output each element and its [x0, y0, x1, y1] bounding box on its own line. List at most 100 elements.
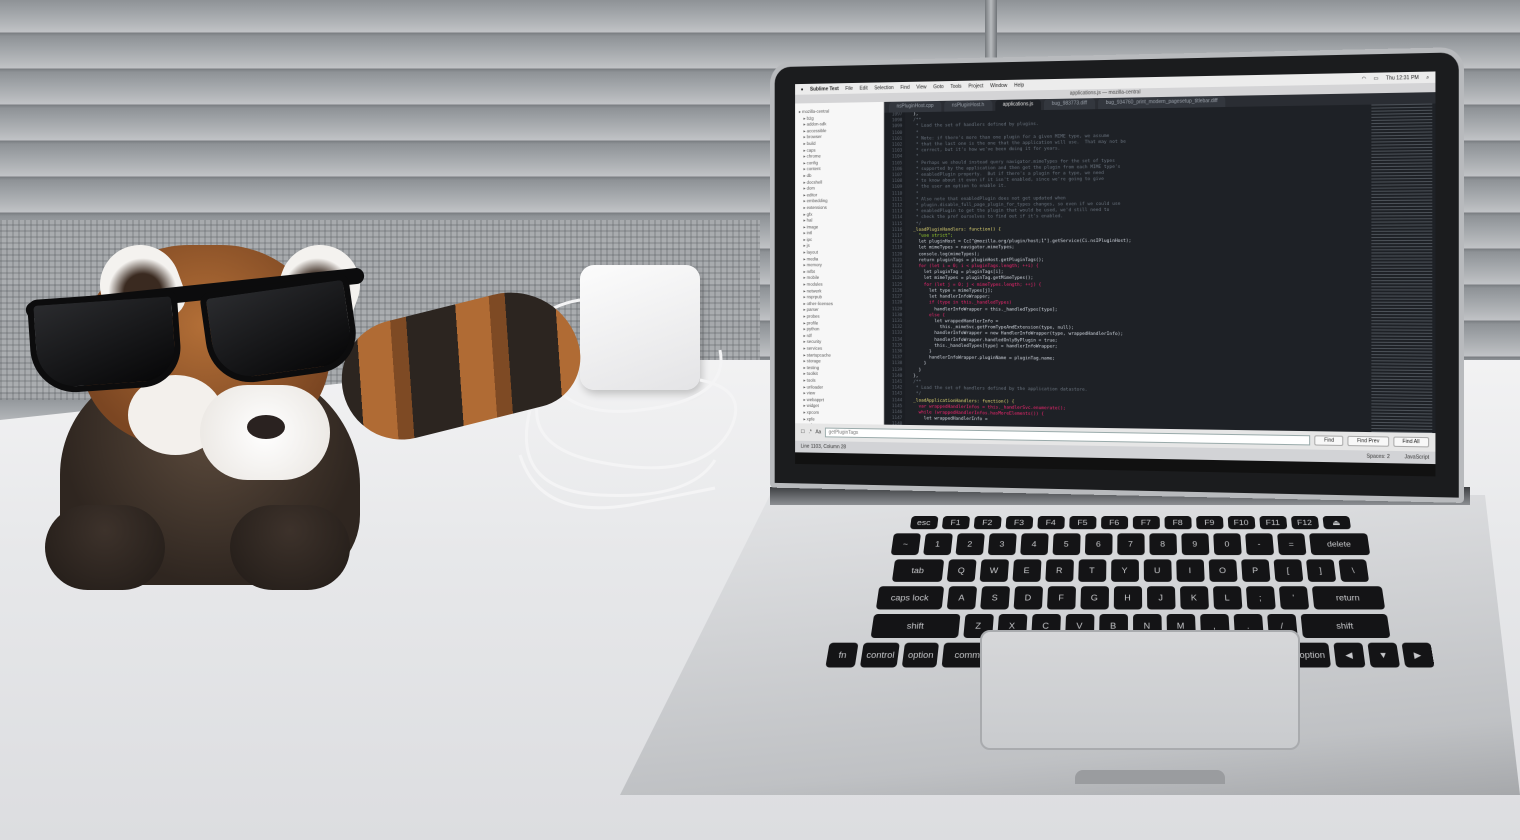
key[interactable]: ~: [890, 533, 921, 556]
key[interactable]: G: [1079, 586, 1109, 610]
key[interactable]: F3: [1004, 516, 1033, 530]
key[interactable]: W: [979, 559, 1009, 582]
menubar-clock[interactable]: Thu 12:31 PM: [1386, 74, 1419, 81]
menu-tools[interactable]: Tools: [950, 83, 961, 89]
key[interactable]: 0: [1212, 533, 1242, 556]
key[interactable]: esc: [909, 516, 939, 530]
key[interactable]: U: [1143, 559, 1172, 582]
key[interactable]: I: [1175, 559, 1205, 582]
minimap[interactable]: [1371, 103, 1433, 435]
menu-file[interactable]: File: [845, 85, 853, 91]
key[interactable]: J: [1146, 586, 1176, 610]
trackpad[interactable]: [980, 630, 1300, 750]
menu-help[interactable]: Help: [1014, 82, 1024, 88]
key[interactable]: 7: [1116, 533, 1145, 556]
menu-selection[interactable]: Selection: [874, 85, 893, 91]
key[interactable]: Q: [946, 559, 977, 582]
menu-view[interactable]: View: [916, 84, 926, 90]
key[interactable]: tab: [891, 559, 944, 582]
battery-icon[interactable]: ▭: [1374, 75, 1379, 81]
key[interactable]: F6: [1100, 516, 1128, 530]
key[interactable]: 8: [1148, 533, 1177, 556]
key[interactable]: F7: [1132, 516, 1160, 530]
apple-menu-icon[interactable]: ●: [801, 86, 804, 92]
key[interactable]: F4: [1036, 516, 1065, 530]
key[interactable]: R: [1044, 559, 1074, 582]
find-prev-button[interactable]: Find Prev: [1347, 435, 1389, 447]
key[interactable]: 3: [987, 533, 1017, 556]
key[interactable]: ;: [1245, 586, 1276, 610]
key[interactable]: H: [1113, 586, 1142, 610]
key[interactable]: delete: [1308, 533, 1370, 556]
key[interactable]: F5: [1068, 516, 1097, 530]
key[interactable]: F12: [1290, 516, 1319, 530]
sidebar-folder-label: config: [806, 160, 818, 166]
key[interactable]: F8: [1163, 516, 1192, 530]
key[interactable]: 9: [1180, 533, 1209, 556]
indentation-setting[interactable]: Spaces: 2: [1367, 454, 1390, 461]
key[interactable]: K: [1179, 586, 1209, 610]
wifi-icon[interactable]: ◠: [1362, 75, 1367, 81]
key[interactable]: ▶: [1401, 642, 1435, 668]
key[interactable]: ◀: [1332, 642, 1366, 668]
key[interactable]: control: [860, 642, 901, 668]
key[interactable]: 5: [1052, 533, 1081, 556]
key[interactable]: -: [1244, 533, 1274, 556]
find-button[interactable]: Find: [1314, 435, 1344, 446]
plush-right-paw: [230, 505, 350, 590]
tab-applications-js[interactable]: applications.js: [994, 99, 1042, 111]
tab-bug-983773-diff[interactable]: bug_983773.diff: [1043, 98, 1095, 111]
key[interactable]: 4: [1019, 533, 1049, 556]
key[interactable]: return: [1311, 586, 1385, 610]
key[interactable]: shift: [870, 613, 960, 638]
menubar-app-name[interactable]: Sublime Text: [810, 86, 839, 92]
key[interactable]: ▼: [1366, 642, 1400, 668]
key[interactable]: 2: [954, 533, 985, 556]
key[interactable]: Y: [1110, 559, 1139, 582]
key[interactable]: [: [1273, 559, 1303, 582]
key[interactable]: ⏏: [1321, 516, 1351, 530]
key[interactable]: 1: [922, 533, 953, 556]
spotlight-icon[interactable]: ⌕: [1426, 74, 1429, 80]
menu-find[interactable]: Find: [900, 84, 909, 90]
window-title: applications.js — mozilla-central: [1069, 89, 1141, 97]
find-options-icon[interactable]: ☐: [801, 429, 805, 435]
key[interactable]: P: [1240, 559, 1270, 582]
key[interactable]: O: [1208, 559, 1238, 582]
key[interactable]: fn: [825, 642, 859, 668]
sidebar-folder-label: security: [806, 339, 822, 345]
key[interactable]: F10: [1227, 516, 1256, 530]
key[interactable]: ': [1278, 586, 1309, 610]
menu-project[interactable]: Project: [968, 83, 983, 89]
key[interactable]: F1: [941, 516, 970, 530]
key[interactable]: L: [1212, 586, 1242, 610]
key[interactable]: S: [979, 586, 1010, 610]
key[interactable]: ]: [1305, 559, 1336, 582]
key[interactable]: D: [1013, 586, 1043, 610]
tab-nspluginhost-h[interactable]: nsPluginHost.h: [944, 100, 992, 112]
key[interactable]: \: [1337, 559, 1369, 582]
key[interactable]: F9: [1195, 516, 1224, 530]
key[interactable]: =: [1276, 533, 1307, 556]
menu-goto[interactable]: Goto: [933, 84, 943, 90]
key[interactable]: E: [1011, 559, 1042, 582]
key[interactable]: 6: [1084, 533, 1113, 556]
find-case-icon[interactable]: Aa: [815, 429, 821, 435]
syntax-setting[interactable]: JavaScript: [1405, 454, 1430, 461]
photo-scene: esc F1 F2 F3 F4 F5 F6 F7 F8 F9 F10 F11 F12 ⏏ ~1 2 3 4 5 6 7 8…: [0, 0, 1520, 840]
code-editor[interactable]: }, /** * Load the set of handlers define…: [908, 105, 1366, 433]
key[interactable]: A: [946, 586, 977, 610]
key[interactable]: shift: [1300, 613, 1390, 638]
sidebar-folder-label: caps: [806, 147, 816, 153]
key[interactable]: caps lock: [875, 586, 944, 610]
key[interactable]: option: [902, 642, 940, 668]
key[interactable]: T: [1077, 559, 1106, 582]
menu-window[interactable]: Window: [990, 82, 1007, 88]
sunglasses-right-lens: [199, 273, 361, 388]
find-regex-icon[interactable]: .*: [809, 429, 812, 435]
find-all-button[interactable]: Find All: [1392, 436, 1430, 448]
key[interactable]: F11: [1258, 516, 1287, 530]
menu-edit[interactable]: Edit: [860, 85, 868, 91]
key[interactable]: F2: [973, 516, 1002, 530]
key[interactable]: F: [1046, 586, 1076, 610]
